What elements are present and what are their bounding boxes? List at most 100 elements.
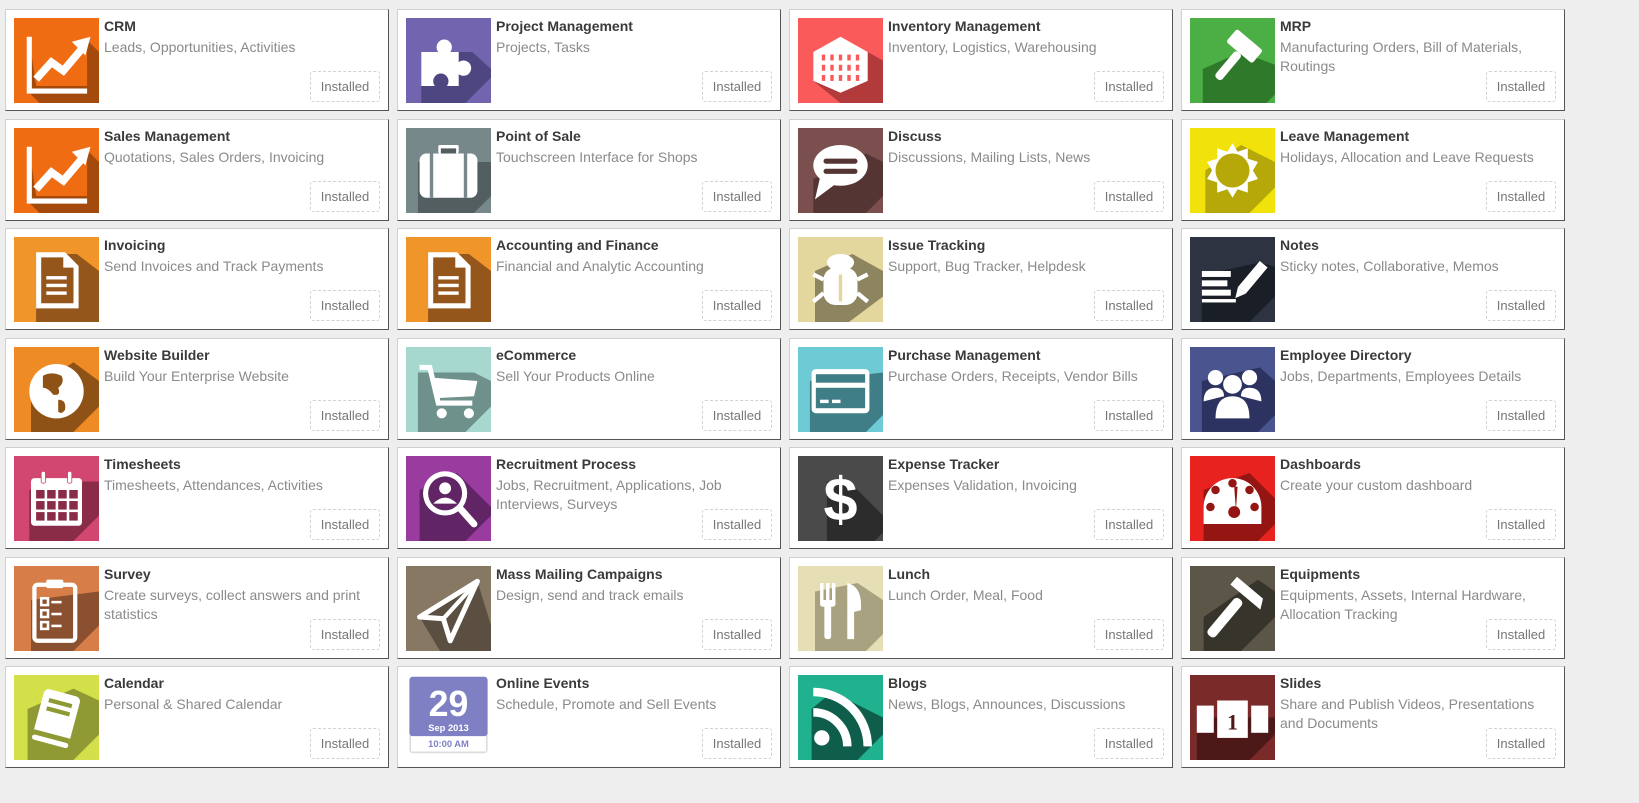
installed-button[interactable]: Installed (1486, 399, 1556, 431)
app-card[interactable]: MRP Manufacturing Orders, Bill of Materia… (1181, 9, 1565, 111)
installed-button[interactable]: Installed (702, 290, 772, 321)
installed-button[interactable]: Installed (702, 509, 772, 540)
installed-button[interactable]: Installed (1094, 618, 1164, 650)
app-card[interactable]: 1 Slides Share and Publish Videos, Present… (1181, 666, 1565, 768)
svg-text:Sep 2013: Sep 2013 (428, 723, 469, 733)
app-card[interactable]: Leave Management Holidays, Allocation and… (1181, 118, 1565, 221)
installed-button[interactable]: Installed (1486, 180, 1556, 212)
installed-button[interactable]: Installed (1094, 509, 1164, 540)
building-icon (798, 18, 883, 103)
speech-bubble-icon (798, 127, 883, 213)
svg-text:10:00 AM: 10:00 AM (428, 739, 469, 749)
installed-button[interactable]: Installed (310, 71, 380, 102)
app-summary: Expenses Validation, Invoicing (888, 477, 1077, 493)
installed-button[interactable]: Installed (310, 290, 380, 321)
installed-button[interactable]: Installed (310, 399, 380, 431)
app-title: Equipments (1280, 565, 1361, 582)
app-summary: Purchase Orders, Receipts, Vendor Bills (888, 367, 1138, 384)
installed-button[interactable]: Installed (1094, 728, 1164, 759)
app-card[interactable]: Accounting and Finance Financial and Anal… (397, 228, 781, 330)
installed-button[interactable]: Installed (1094, 71, 1164, 102)
app-title: Website Builder (104, 346, 210, 363)
paper-plane-icon (406, 565, 491, 651)
app-card[interactable]: Recruitment Process Jobs, Recruitment, Ap… (397, 447, 781, 549)
app-summary: Quotations, Sales Orders, Invoicing (104, 148, 325, 165)
app-title: Leave Management (1280, 127, 1410, 144)
installed-button[interactable]: Installed (1486, 618, 1556, 650)
app-summary: Sticky notes, Collaborative, Memos (1280, 258, 1499, 274)
app-card[interactable]: Website Builder Build Your Enterprise Web… (5, 337, 389, 440)
app-card[interactable]: Purchase Management Purchase Orders, Rece… (789, 337, 1173, 440)
app-card[interactable]: Employee Directory Jobs, Departments, Emp… (1181, 337, 1565, 440)
app-title: Issue Tracking (888, 237, 986, 253)
document-icon (14, 237, 99, 322)
app-card[interactable]: CRM Leads, Opportunities, Activities Insta… (5, 9, 389, 111)
app-card[interactable]: eCommerce Sell Your Products Online Instal… (397, 337, 781, 440)
puzzle-piece-icon (406, 18, 491, 103)
app-summary: Projects, Tasks (496, 39, 590, 55)
app-card[interactable]: Inventory Management Inventory, Logistics… (789, 9, 1173, 111)
app-title: Survey (104, 565, 151, 582)
installed-button[interactable]: Installed (1094, 290, 1164, 321)
app-title: Employee Directory (1280, 346, 1412, 363)
installed-button[interactable]: Installed (702, 180, 772, 212)
app-title: Point of Sale (496, 127, 581, 144)
app-summary: Discussions, Mailing Lists, News (888, 148, 1091, 165)
app-card[interactable]: Point of Sale Touchscreen Interface for S… (397, 118, 781, 221)
installed-button[interactable]: Installed (310, 728, 380, 759)
slides-icon: 1 (1190, 675, 1275, 760)
installed-button[interactable]: Installed (1486, 71, 1556, 102)
app-card[interactable]: Timesheets Timesheets, Attendances, Activ… (5, 447, 389, 549)
installed-button[interactable]: Installed (1486, 728, 1556, 759)
installed-button[interactable]: Installed (1094, 180, 1164, 212)
app-card[interactable]: Calendar Personal & Shared Calendar Instal… (5, 666, 389, 768)
app-title: eCommerce (496, 346, 577, 363)
chart-line-up-icon (14, 18, 99, 103)
installed-button[interactable]: Installed (1486, 509, 1556, 540)
app-card[interactable]: Notes Sticky notes, Collaborative, Memos I… (1181, 228, 1565, 330)
sun-icon (1190, 127, 1275, 213)
app-summary: Personal & Shared Calendar (104, 696, 283, 712)
app-summary: Jobs, Departments, Employees Details (1280, 367, 1522, 384)
installed-button[interactable]: Installed (702, 618, 772, 650)
fork-knife-icon (798, 565, 883, 651)
installed-button[interactable]: Installed (702, 71, 772, 102)
app-card[interactable]: Blogs News, Blogs, Announces, Discussions… (789, 666, 1173, 768)
installed-button[interactable]: Installed (310, 180, 380, 212)
app-card[interactable]: Project Management Projects, Tasks Install… (397, 9, 781, 111)
app-grid: CRM Leads, Opportunities, Activities Insta… (5, 9, 1565, 768)
app-title: Recruitment Process (496, 456, 637, 472)
app-title: Invoicing (104, 237, 166, 253)
app-title: Blogs (888, 675, 927, 691)
svg-text:$: $ (823, 466, 857, 534)
app-title: Calendar (104, 675, 164, 691)
app-title: Purchase Management (888, 346, 1041, 363)
app-summary: Holidays, Allocation and Leave Requests (1280, 148, 1534, 165)
app-card[interactable]: Discuss Discussions, Mailing Lists, News I… (789, 118, 1173, 221)
app-summary: Create your custom dashboard (1280, 477, 1473, 493)
app-card[interactable]: Dashboards Create your custom dashboard In… (1181, 447, 1565, 549)
app-card[interactable]: Invoicing Send Invoices and Track Payment… (5, 228, 389, 330)
app-card[interactable]: Sales Management Quotations, Sales Orders… (5, 118, 389, 221)
installed-button[interactable]: Installed (310, 618, 380, 650)
app-card[interactable]: Equipments Equipments, Assets, Internal H… (1181, 556, 1565, 659)
app-card[interactable]: Issue Tracking Support, Bug Tracker, Help… (789, 228, 1173, 330)
app-title: MRP (1280, 18, 1312, 34)
app-title: Notes (1280, 237, 1319, 253)
app-card[interactable]: $ Expense Tracker Expenses Validation, Inv… (789, 447, 1173, 549)
app-card[interactable]: Lunch Lunch Order, Meal, Food Installed (789, 556, 1173, 659)
shopping-cart-icon (406, 346, 491, 432)
installed-button[interactable]: Installed (702, 728, 772, 759)
app-title: Expense Tracker (888, 456, 1000, 472)
app-summary: Timesheets, Attendances, Activities (104, 477, 323, 493)
app-card[interactable]: Mass Mailing Campaigns Design, send and t… (397, 556, 781, 659)
installed-button[interactable]: Installed (702, 399, 772, 431)
installed-button[interactable]: Installed (1486, 290, 1556, 321)
installed-button[interactable]: Installed (1094, 399, 1164, 431)
app-card[interactable]: 29 Sep 2013 10:00 AM Online Events Schedul… (397, 666, 781, 768)
app-title: Timesheets (104, 456, 181, 472)
app-title: Slides (1280, 675, 1322, 691)
svg-text:1: 1 (1227, 709, 1238, 734)
app-card[interactable]: Survey Create surveys, collect answers an… (5, 556, 389, 659)
installed-button[interactable]: Installed (310, 509, 380, 540)
